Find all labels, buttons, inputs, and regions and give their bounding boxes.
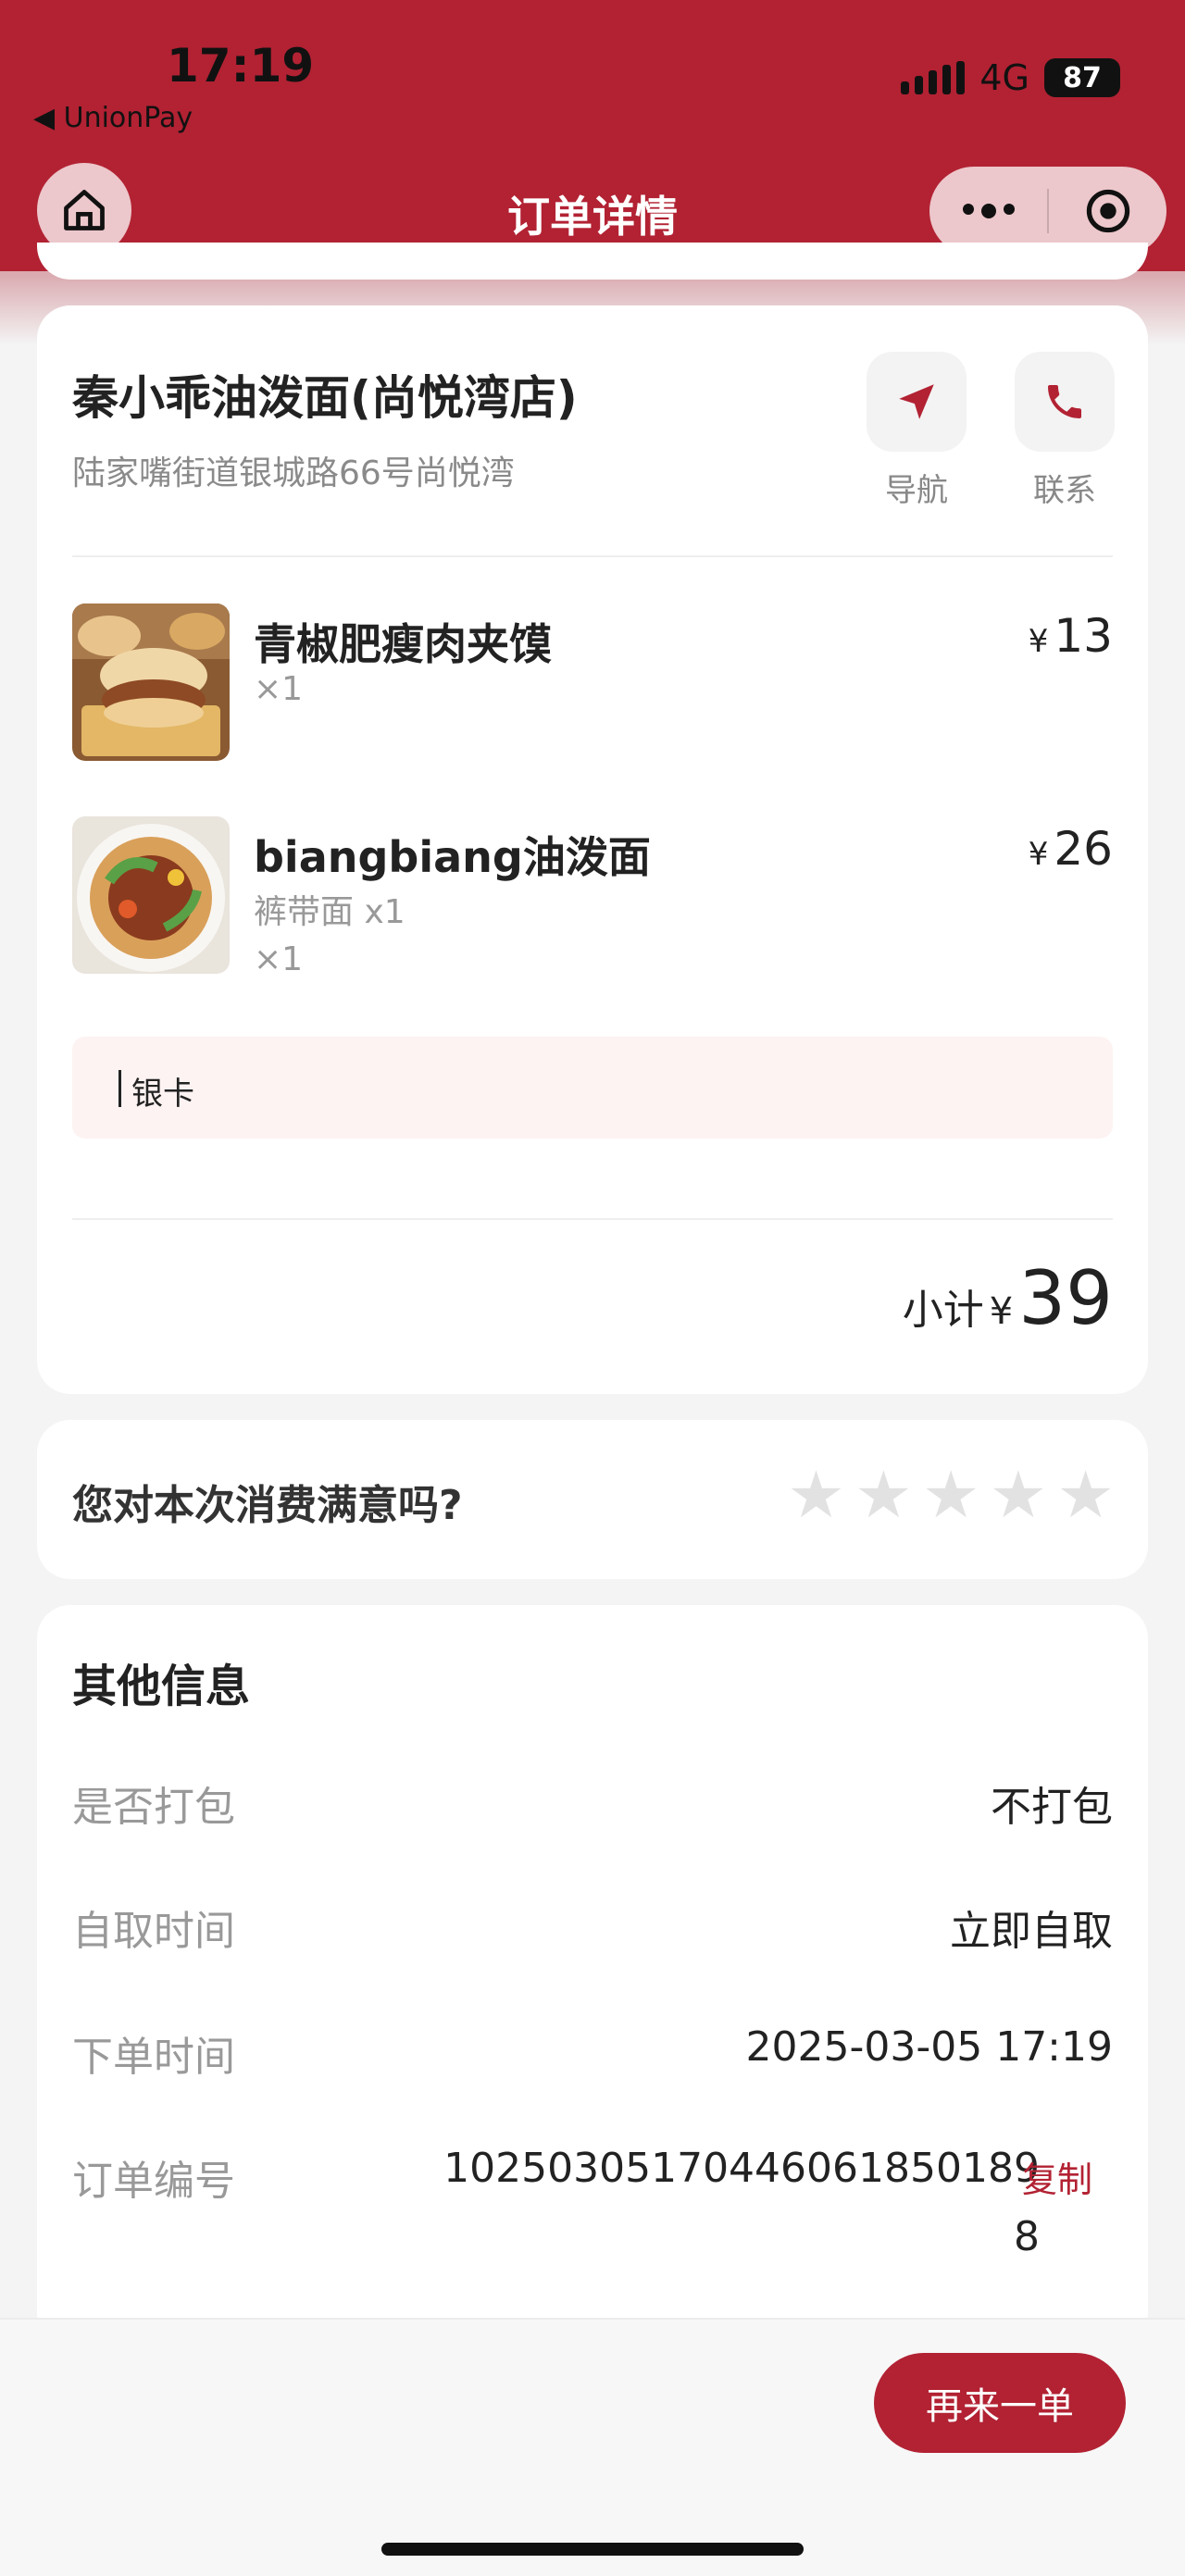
bottom-bar: 再来一单: [0, 2318, 1185, 2576]
note-bar: [118, 1070, 121, 1107]
item-quantity: ×1: [254, 670, 304, 708]
star-icon[interactable]: ★: [1056, 1462, 1115, 1527]
packing-value: 不打包: [991, 1784, 1113, 1831]
reorder-button[interactable]: 再来一单: [874, 2353, 1126, 2453]
subtotal-label: 小计: [902, 1287, 984, 1334]
contact-button[interactable]: 联系: [1015, 352, 1115, 510]
item-image-noodles: [72, 816, 230, 974]
battery-icon: 87: [1044, 58, 1120, 97]
store-address: 陆家嘴街道银城路66号尚悦湾: [72, 454, 515, 492]
status-indicators: 4G 87: [901, 57, 1120, 98]
navigate-label: 导航: [885, 472, 948, 509]
star-icon[interactable]: ★: [922, 1462, 980, 1527]
divider: [72, 555, 1113, 557]
item-image-roujiamo: [72, 604, 230, 761]
phone-icon: [1048, 385, 1081, 418]
item-price-value: 26: [1054, 822, 1113, 876]
item-price: ¥13: [1029, 609, 1113, 663]
item-quantity: ×1: [254, 940, 304, 978]
network-type: 4G: [979, 57, 1029, 98]
back-to-app-link[interactable]: ◀ UnionPay: [33, 102, 193, 134]
battery-level: 87: [1063, 61, 1102, 94]
star-icon[interactable]: ★: [989, 1462, 1047, 1527]
currency-symbol: ¥: [1028, 836, 1049, 873]
item-name: biangbiang油泼面: [254, 832, 651, 882]
other-info-title: 其他信息: [72, 1661, 251, 1712]
pickup-time-label: 自取时间: [72, 1908, 235, 1955]
previous-card-edge: [37, 243, 1148, 280]
packing-label: 是否打包: [72, 1784, 235, 1831]
order-number-value: 102503051704460618501898: [443, 2145, 1040, 2260]
order-item: 青椒肥瘦肉夹馍 ×1 ¥13: [72, 604, 1113, 761]
subtotal: 小计 ¥ 39: [903, 1255, 1113, 1341]
order-item: biangbiang油泼面 裤带面 x1 ×1 ¥26: [72, 816, 1113, 978]
more-icon: [962, 204, 1015, 218]
signal-icon: [901, 61, 966, 94]
star-rating: ★ ★ ★ ★ ★: [787, 1462, 1115, 1527]
order-note-text: 银卡: [131, 1076, 194, 1113]
order-card: 秦小乖油泼面(尚悦湾店) 陆家嘴街道银城路66号尚悦湾 导航 联系 青椒肥瘦肉夹…: [37, 305, 1148, 1394]
item-price: ¥26: [1029, 822, 1113, 876]
status-time: 17:19: [167, 39, 315, 93]
item-name: 青椒肥瘦肉夹馍: [254, 619, 552, 669]
order-number-label: 订单编号: [72, 2158, 235, 2205]
star-icon[interactable]: ★: [787, 1462, 845, 1527]
currency-symbol: ¥: [1028, 623, 1049, 660]
navigate-button[interactable]: 导航: [867, 352, 967, 510]
target-icon: [1086, 189, 1129, 233]
rating-card: 您对本次消费满意吗? ★ ★ ★ ★ ★: [37, 1420, 1148, 1579]
subtotal-currency: ¥: [989, 1290, 1014, 1333]
contact-label: 联系: [1033, 472, 1096, 509]
item-price-value: 13: [1054, 609, 1113, 663]
home-indicator: [381, 2543, 804, 2556]
subtotal-value: 39: [1018, 1255, 1113, 1341]
item-spec: 裤带面 x1: [254, 893, 405, 931]
divider: [72, 1218, 1113, 1220]
navigation-arrow-icon: [899, 384, 934, 419]
pickup-time-value: 立即自取: [950, 1908, 1113, 1955]
other-info-card: 其他信息 是否打包 不打包 自取时间 立即自取 下单时间 2025-03-05 …: [37, 1605, 1148, 2346]
order-note: 银卡: [72, 1037, 1113, 1139]
star-icon[interactable]: ★: [854, 1462, 913, 1527]
order-time-label: 下单时间: [72, 2034, 235, 2081]
store-name: 秦小乖油泼面(尚悦湾店): [72, 371, 578, 425]
copy-order-number-button[interactable]: 复制: [1022, 2151, 1092, 2202]
rating-question: 您对本次消费满意吗?: [72, 1482, 463, 1529]
order-time-value: 2025-03-05 17:19: [745, 2023, 1114, 2071]
